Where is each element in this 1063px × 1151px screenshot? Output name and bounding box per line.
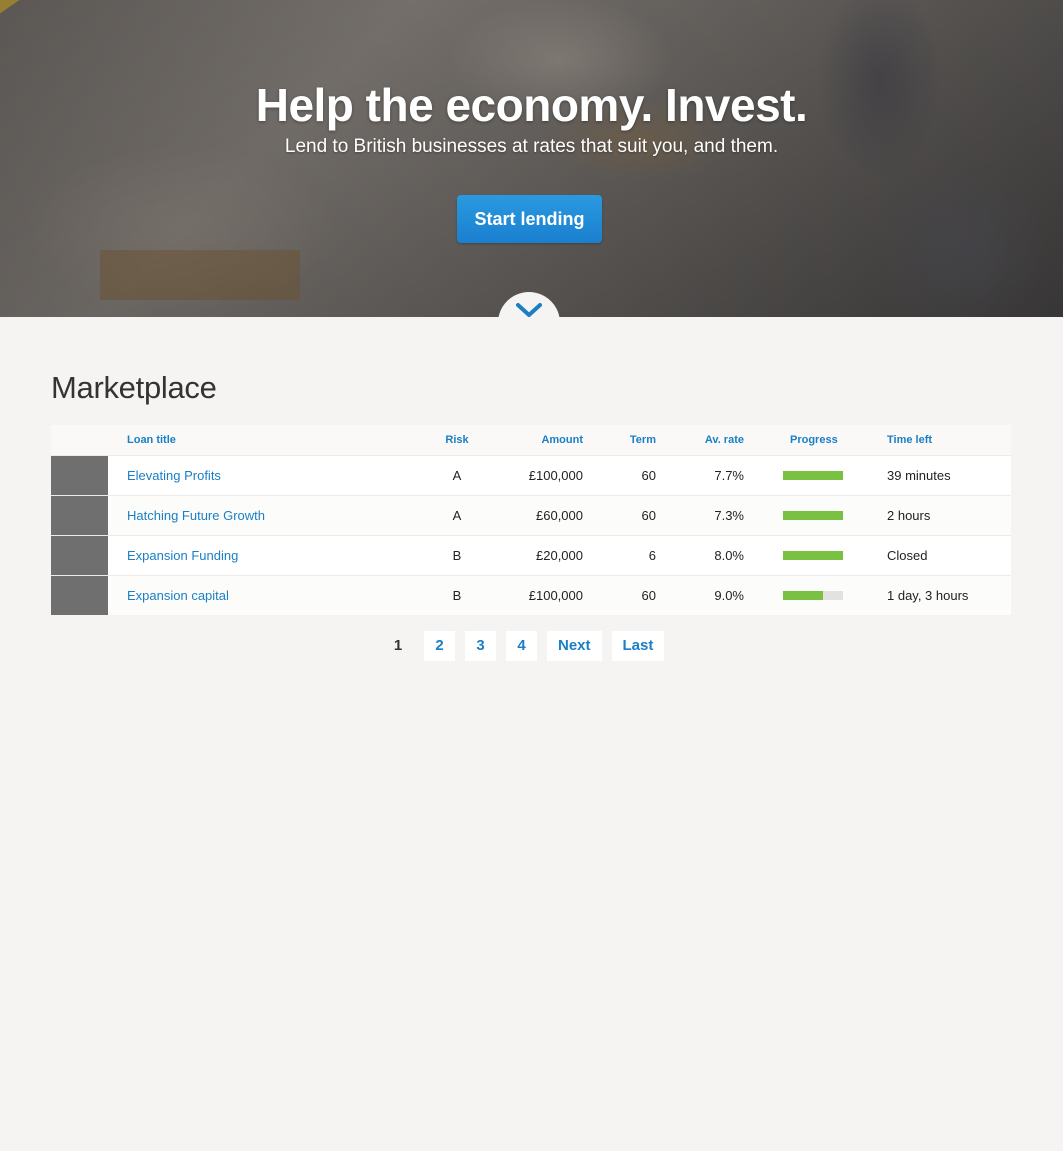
header-amount[interactable]: Amount xyxy=(492,425,583,455)
header-time-left[interactable]: Time left xyxy=(850,425,1011,455)
progress-bar-fill xyxy=(783,470,843,480)
header-risk[interactable]: Risk xyxy=(422,425,492,455)
loan-table: Loan title Risk Amount Term Av. rate Pro… xyxy=(51,425,1011,615)
loan-time-left: 1 day, 3 hours xyxy=(887,587,969,603)
progress-bar xyxy=(783,510,843,520)
table-header-row: Loan title Risk Amount Term Av. rate Pro… xyxy=(51,425,1011,455)
loan-time-left: 39 minutes xyxy=(887,467,951,483)
page-link-4[interactable]: 4 xyxy=(506,631,537,661)
header-thumbnail xyxy=(51,425,108,455)
loan-title-link[interactable]: Elevating Profits xyxy=(127,468,221,483)
loan-thumbnail[interactable] xyxy=(51,495,108,535)
progress-bar xyxy=(783,590,843,600)
table-row[interactable]: Hatching Future Growth A £60,000 60 7.3%… xyxy=(51,495,1011,535)
loan-amount: £20,000 xyxy=(536,547,583,563)
loan-risk: B xyxy=(452,547,462,563)
chevron-down-icon xyxy=(516,303,542,317)
marketplace-title: Marketplace xyxy=(51,370,217,405)
loan-thumbnail[interactable] xyxy=(51,575,108,615)
hero-title: Help the economy. Invest. xyxy=(255,79,808,131)
last-page-link[interactable]: Last xyxy=(611,631,665,661)
loan-time-left: 2 hours xyxy=(887,507,931,523)
progress-bar-fill xyxy=(783,550,843,560)
loan-title-link[interactable]: Expansion capital xyxy=(127,588,229,603)
table-row[interactable]: Expansion Funding B £20,000 6 8.0% Close… xyxy=(51,535,1011,575)
start-lending-button[interactable]: Start lending xyxy=(457,195,602,243)
loan-rate: 9.0% xyxy=(714,587,744,603)
loan-thumbnail[interactable] xyxy=(51,535,108,575)
loan-amount: £60,000 xyxy=(536,507,583,523)
hero-subtitle: Lend to British businesses at rates that… xyxy=(284,136,779,157)
header-progress[interactable]: Progress xyxy=(744,425,850,455)
page-link-2[interactable]: 2 xyxy=(424,631,455,661)
loan-thumbnail[interactable] xyxy=(51,455,108,495)
progress-bar-fill xyxy=(783,510,843,520)
progress-bar xyxy=(783,550,843,560)
table-row[interactable]: Expansion capital B £100,000 60 9.0% 1 d… xyxy=(51,575,1011,615)
page-current: 1 xyxy=(393,637,403,654)
loan-risk: A xyxy=(452,507,462,523)
pagination: 1 2 3 4 Next Last xyxy=(382,631,665,661)
loan-term: 6 xyxy=(648,547,656,563)
loan-rate: 8.0% xyxy=(714,547,744,563)
loan-rate: 7.7% xyxy=(714,467,744,483)
header-term[interactable]: Term xyxy=(583,425,656,455)
loan-time-left: Closed xyxy=(887,547,928,563)
next-page-link[interactable]: Next xyxy=(547,631,602,661)
loan-title-link[interactable]: Expansion Funding xyxy=(127,548,238,563)
progress-bar xyxy=(783,470,843,480)
loan-term: 60 xyxy=(641,507,656,523)
loan-rate: 7.3% xyxy=(714,507,744,523)
hero-banner: Help the economy. Invest. Lend to Britis… xyxy=(0,0,1063,317)
loan-term: 60 xyxy=(641,467,656,483)
loan-amount: £100,000 xyxy=(528,467,583,483)
hero-overlay xyxy=(0,0,1063,317)
loan-amount: £100,000 xyxy=(528,587,583,603)
progress-bar-fill xyxy=(783,590,824,600)
loan-term: 60 xyxy=(641,587,656,603)
loan-title-link[interactable]: Hatching Future Growth xyxy=(127,508,265,523)
table-row[interactable]: Elevating Profits A £100,000 60 7.7% 39 … xyxy=(51,455,1011,495)
header-rate[interactable]: Av. rate xyxy=(656,425,744,455)
header-loan-title[interactable]: Loan title xyxy=(108,425,422,455)
page-link-3[interactable]: 3 xyxy=(465,631,496,661)
loan-risk: B xyxy=(452,587,462,603)
loan-risk: A xyxy=(452,467,462,483)
